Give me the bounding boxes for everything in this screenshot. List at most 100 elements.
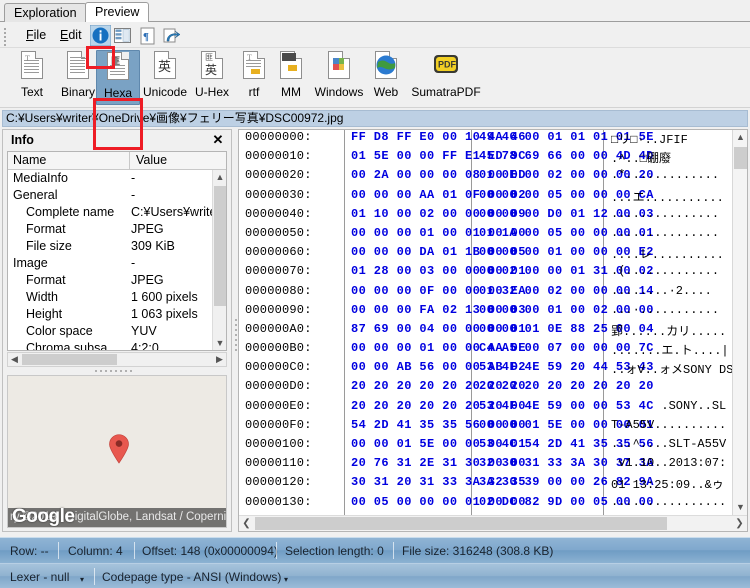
hex-row[interactable]: 00000100: 00 00 01 5E 00 00 00 01 53 4C 54… (239, 437, 726, 456)
viewer-button-binary[interactable]: Binary (54, 50, 102, 105)
hex-row[interactable]: 000000F0: 54 2D 41 35 35 56 00 00 00 00 01… (239, 418, 726, 437)
info-grid-vertical-scrollbar[interactable]: ▲ ▼ (212, 170, 226, 350)
info-row[interactable]: Image - (8, 255, 214, 272)
file-path-bar[interactable]: C:¥Users¥writer¥OneDrive¥画像¥フェリー写真¥DSC00… (2, 110, 748, 127)
hex-offset: 00000010: (245, 149, 312, 164)
hex-row[interactable]: 00000130: 00 05 00 00 00 01 00 00 02 DC 82… (239, 495, 726, 514)
map-preview[interactable]: ry ©2019 , DigitalGlobe, Landsat / Coper… (7, 375, 227, 528)
hex-viewer[interactable]: 00000000: FF D8 FF E0 00 10 4A 46 49 46 00… (238, 129, 748, 532)
chevron-down-icon[interactable]: ▾ (284, 572, 288, 588)
info-row[interactable]: Format JPEG (8, 221, 214, 238)
scroll-up-icon[interactable]: ▲ (733, 130, 747, 145)
info-row[interactable]: Height 1 063 pixels (8, 306, 214, 323)
info-row[interactable]: Complete name C:¥Users¥writer (8, 204, 221, 221)
close-icon[interactable]: ✕ (211, 133, 225, 147)
hex-offset: 00000000: (245, 130, 312, 144)
info-icon[interactable] (90, 25, 111, 46)
scroll-right-icon[interactable]: ▶ (213, 353, 226, 366)
info-grid-horizontal-scrollbar[interactable]: ◀ ▶ (7, 352, 227, 367)
viewer-button-unicode[interactable]: 英 Unicode (140, 50, 190, 105)
hex-row[interactable]: 000000A0: 87 69 00 04 00 00 00 01 00 00 01… (239, 322, 726, 341)
info-row[interactable]: Width 1 600 pixels (8, 289, 214, 306)
viewer-button-mm-label: MM (281, 85, 301, 99)
scroll-down-icon[interactable]: ▼ (213, 336, 226, 350)
hex-vertical-scrollbar[interactable]: ▲ ▼ (732, 130, 747, 515)
info-row[interactable]: MediaInfo - (8, 170, 214, 187)
tab-preview[interactable]: Preview (85, 2, 150, 22)
viewer-button-uhex[interactable]: 匪 英 U-Hex (190, 50, 234, 105)
menu-file[interactable]: FFileile (22, 26, 50, 44)
tab-exploration[interactable]: Exploration (4, 3, 87, 22)
hex-horizontal-scrollbar[interactable]: ❮ ❯ (239, 515, 747, 531)
info-row[interactable]: File size 309 KiB (8, 238, 214, 255)
hex-row[interactable]: 00000110: 20 76 31 2E 31 30 00 00 32 30 31… (239, 456, 726, 475)
scroll-up-icon[interactable]: ▲ (213, 170, 226, 184)
viewer-button-sumatrapdf-label: SumatraPDF (411, 85, 481, 99)
hex-row[interactable]: 000000C0: 00 00 AB 56 00 00 AB D2 53 4F 4E… (239, 360, 741, 379)
column-header-value[interactable]: Value (131, 152, 226, 169)
hex-row[interactable]: 00000070: 01 28 00 03 00 00 00 01 00 02 00… (239, 264, 719, 283)
chevron-down-icon[interactable]: ▾ (80, 572, 84, 588)
hex-row[interactable]: 00000000: FF D8 FF E0 00 10 4A 46 49 46 00… (239, 130, 717, 149)
hex-ascii: T-A55V.......... (611, 417, 727, 432)
column-header-name[interactable]: Name (8, 152, 130, 169)
tab-preview-label: Preview (95, 5, 140, 19)
status-selection: Selection length: 0 (285, 544, 384, 558)
info-row-name: File size (26, 239, 72, 253)
hex-offset: 000000C0: (245, 360, 312, 375)
lexer-selector-label[interactable]: Lexer - null (10, 569, 69, 585)
scroll-right-icon[interactable]: ❯ (732, 516, 747, 531)
hex-row[interactable]: 000000D0: 20 20 20 20 20 20 20 20 20 20 20… (239, 379, 717, 398)
hex-row[interactable]: 00000030: 00 00 00 AA 01 0F 00 02 00 00 00… (239, 188, 724, 207)
info-row-name: Format (26, 222, 66, 236)
viewer-button-rtf[interactable]: T rtf (237, 50, 271, 105)
scrollbar-thumb[interactable] (214, 186, 226, 306)
menu-edit[interactable]: Edit (56, 26, 86, 44)
viewer-mode-toolbar: T Text Binary 匪 Hexa 英 Unicode 匪 英 U-Hex… (0, 48, 750, 150)
info-row[interactable]: Format JPEG (8, 272, 214, 289)
scrollbar-thumb[interactable] (22, 354, 117, 365)
hex-row[interactable]: 00000060: 00 00 00 DA 01 1B 00 05 00 00 00… (239, 245, 724, 264)
hex-row[interactable]: 00000120: 30 31 20 31 33 3A 32 35 3A 30 39… (239, 475, 724, 494)
viewer-button-sumatrapdf[interactable]: PDF SumatraPDF (405, 50, 487, 105)
viewer-button-hexa[interactable]: 匪 Hexa (96, 50, 140, 105)
rtf-doc-icon: T (239, 50, 269, 84)
toolbar-gripper[interactable] (3, 26, 7, 46)
viewer-button-windows-label: Windows (314, 85, 364, 99)
hex-ascii: 01 13:25:09..&ゥ (611, 478, 724, 493)
panel-splitter[interactable] (95, 369, 139, 373)
viewer-button-web[interactable]: Web (367, 50, 405, 105)
scroll-down-icon[interactable]: ▼ (733, 500, 747, 515)
text-page-icon[interactable]: ¶ (137, 25, 158, 46)
viewer-button-windows[interactable]: Windows (311, 50, 367, 105)
pdf-icon: PDF (431, 50, 461, 84)
hex-row[interactable]: 00000010: 01 5E 00 00 FF E1 ED 9C 45 78 69… (239, 149, 717, 168)
viewer-button-web-label: Web (373, 85, 399, 99)
windows-doc-icon (324, 50, 354, 84)
codepage-selector-label[interactable]: Codepage type - ANSI (Windows) (102, 569, 281, 585)
info-row[interactable]: Color space YUV (8, 323, 214, 340)
info-row-value: JPEG (131, 222, 164, 236)
hex-row[interactable]: 00000080: 00 00 00 0F 00 00 00 EA 01 32 00… (239, 284, 717, 303)
info-row-value: - (131, 171, 136, 185)
hex-ascii: ............... (611, 225, 720, 240)
hex-row[interactable]: 00000040: 01 10 00 02 00 00 00 09 00 00 00… (239, 207, 719, 226)
scrollbar-thumb[interactable] (255, 517, 667, 530)
scroll-left-icon[interactable]: ❮ (239, 516, 254, 531)
viewer-button-mm[interactable]: MM (271, 50, 311, 105)
info-row[interactable]: General - (8, 187, 214, 204)
columns-icon[interactable] (112, 25, 133, 46)
scroll-left-icon[interactable]: ◀ (8, 353, 21, 366)
hex-row[interactable]: 00000020: 00 2A 00 00 00 08 00 0D 01 0E 00… (239, 168, 719, 187)
viewer-button-text[interactable]: T Text (10, 50, 54, 105)
info-row[interactable]: Chroma subsa 4:2:0 (8, 340, 214, 350)
status-column: Column: 4 (68, 544, 123, 558)
hex-row[interactable]: 000000B0: 00 00 00 01 00 00 AA 0E C4 A5 00… (239, 341, 729, 360)
hex-ascii: .^..□硼廢 (611, 152, 672, 167)
hex-row[interactable]: 000000E0: 20 20 20 20 20 20 20 00 53 4F 4E… (239, 399, 726, 418)
refresh-icon[interactable] (161, 25, 182, 46)
scrollbar-thumb[interactable] (734, 147, 747, 169)
map-pin-icon (109, 434, 129, 464)
hex-row[interactable]: 00000090: 00 00 00 FA 02 13 00 03 00 00 00… (239, 303, 719, 322)
hex-row[interactable]: 00000050: 00 00 00 01 00 01 00 00 01 1A 00… (239, 225, 720, 245)
